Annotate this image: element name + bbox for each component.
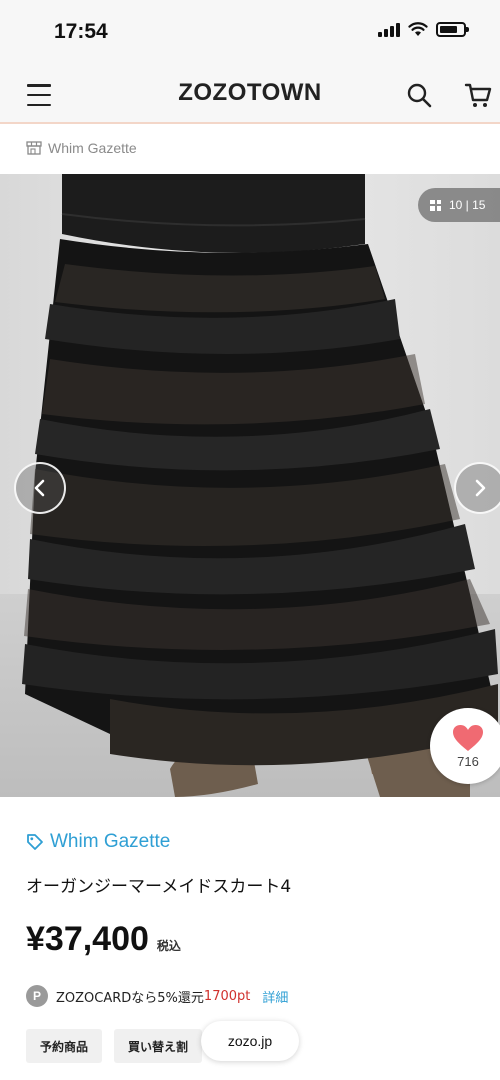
status-bar: 17:54 (0, 0, 500, 66)
next-image-button[interactable] (454, 462, 500, 514)
tag-icon (27, 834, 43, 850)
grid-icon (430, 199, 441, 211)
tax-label: 税込 (156, 939, 181, 953)
image-counter[interactable]: 10 | 15 (418, 188, 500, 222)
product-image[interactable]: 10 | 15 716 (0, 174, 500, 797)
cellular-signal-icon (378, 22, 400, 37)
points-value: 1700pt (203, 988, 251, 1004)
points-icon: P (26, 985, 48, 1007)
status-time: 17:54 (54, 20, 108, 43)
tag-preorder[interactable]: 予約商品 (26, 1029, 103, 1063)
shop-link[interactable]: Whim Gazette (26, 135, 137, 161)
points-row: P ZOZOCARDなら5%還元 1700pt 詳細 (26, 985, 288, 1007)
skirt-photo (0, 174, 500, 797)
chevron-left-icon (34, 479, 45, 497)
shop-name: Whim Gazette (48, 140, 137, 156)
cart-icon[interactable] (464, 81, 492, 109)
browser-url-pill[interactable]: zozo.jp (201, 1021, 299, 1061)
price: ¥37,400 (26, 920, 149, 958)
status-icons (378, 22, 469, 37)
image-counter-text: 10 | 15 (449, 198, 486, 212)
points-details-link[interactable]: 詳細 (262, 987, 288, 1006)
points-text: ZOZOCARDなら5%還元 (56, 990, 204, 1006)
wifi-icon (408, 22, 428, 36)
favorite-count: 716 (457, 753, 479, 769)
product-name: オーガンジーマーメイドスカート4 (26, 877, 292, 897)
search-icon[interactable] (406, 82, 432, 108)
tag-trade-in[interactable]: 買い替え割 (114, 1029, 203, 1063)
battery-icon (436, 22, 469, 37)
brand-link[interactable]: Whim Gazette (26, 831, 170, 853)
previous-image-button[interactable] (14, 462, 66, 514)
shop-icon (26, 141, 42, 155)
brand-name: Whim Gazette (50, 831, 171, 852)
product-tags: 予約商品 買い替え割 (26, 1029, 203, 1063)
favorite-button[interactable]: 716 (430, 708, 500, 784)
heart-icon (453, 724, 483, 751)
price-row: ¥37,400 税込 (26, 920, 181, 959)
chevron-right-icon (475, 479, 486, 497)
app-header: ZOZOTOWN (0, 66, 500, 124)
